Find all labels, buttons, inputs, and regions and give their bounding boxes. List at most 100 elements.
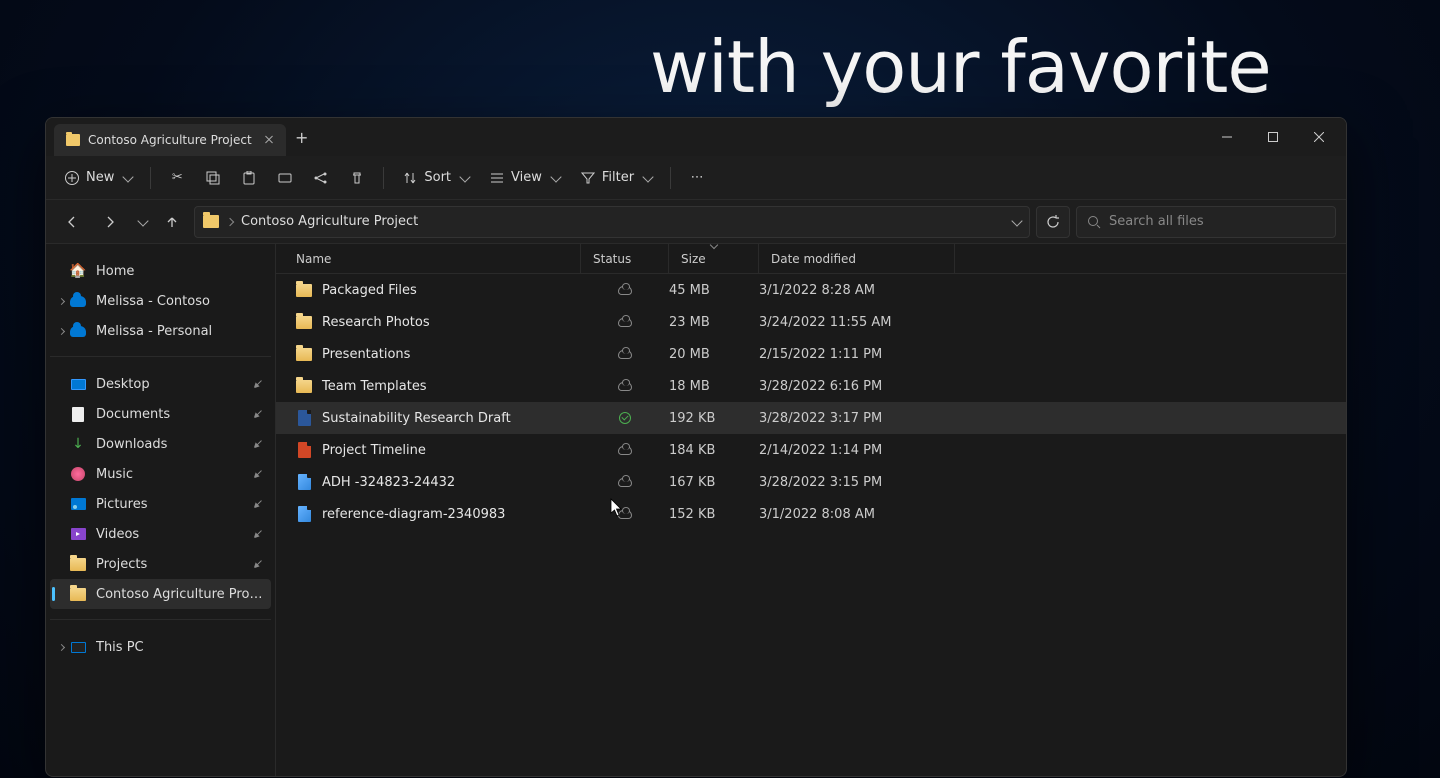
minimize-button[interactable] [1204,121,1250,153]
copy-button[interactable] [197,166,229,190]
sidebar-item-onedrive-contoso[interactable]: Melissa - Contoso [50,286,271,316]
onedrive-icon [70,326,86,337]
sort-button[interactable]: Sort [394,166,477,190]
view-icon [489,170,505,186]
address-box[interactable]: Contoso Agriculture Project [194,206,1030,238]
file-name: Sustainability Research Draft [322,411,511,426]
search-input[interactable]: Search all files [1076,206,1336,238]
image-file-icon [298,474,311,490]
file-date: 3/28/2022 3:17 PM [759,411,955,426]
file-row[interactable]: Project Timeline184 KB2/14/2022 1:14 PM [276,434,1346,466]
paste-button[interactable] [233,166,265,190]
sidebar-label: Videos [96,527,243,542]
cloud-icon [618,286,632,295]
sidebar-item-music[interactable]: Music [50,459,271,489]
sidebar-item-onedrive-personal[interactable]: Melissa - Personal [50,316,271,346]
cloud-icon [618,318,632,327]
folder-icon [70,558,86,571]
column-status[interactable]: Status [581,244,669,273]
sidebar-label: Music [96,467,243,482]
tab-title: Contoso Agriculture Project [88,133,252,147]
chevron-down-icon [459,171,470,182]
address-bar: Contoso Agriculture Project Search all f… [46,200,1346,244]
sidebar-label: Downloads [96,437,243,452]
breadcrumb-current: Contoso Agriculture Project [241,214,418,229]
synced-icon [619,412,631,424]
sidebar-item-pictures[interactable]: Pictures [50,489,271,519]
sidebar-item-downloads[interactable]: ↓Downloads [50,429,271,459]
close-tab-icon[interactable] [264,135,274,145]
back-button[interactable] [56,208,88,236]
file-row[interactable]: Research Photos23 MB3/24/2022 11:55 AM [276,306,1346,338]
file-date: 3/28/2022 6:16 PM [759,379,955,394]
file-row[interactable]: Packaged Files45 MB3/1/2022 8:28 AM [276,274,1346,306]
rename-button[interactable] [269,166,301,190]
new-label: New [86,170,114,185]
sidebar-item-home[interactable]: 🏠 Home [50,256,271,286]
cut-button[interactable]: ✂ [161,166,193,190]
column-name[interactable]: Name [276,244,581,273]
toolbar: New ✂ Sort View Filter ⋯ [46,156,1346,200]
tab-active[interactable]: Contoso Agriculture Project [54,124,286,156]
view-label: View [511,170,542,185]
sidebar-label: Pictures [96,497,243,512]
delete-button[interactable] [341,166,373,190]
file-row[interactable]: Team Templates18 MB3/28/2022 6:16 PM [276,370,1346,402]
new-tab-button[interactable]: + [286,121,318,153]
file-row[interactable]: Sustainability Research Draft 192 KB3/28/… [276,402,1346,434]
file-row[interactable]: reference-diagram-2340983152 KB3/1/2022 … [276,498,1346,530]
up-button[interactable] [156,208,188,236]
pin-icon [251,377,265,391]
sidebar-item-this-pc[interactable]: This PC [50,632,271,662]
pin-icon [251,437,265,451]
cloud-icon [618,382,632,391]
sort-indicator-icon [710,244,718,249]
file-size: 45 MB [669,283,759,298]
sidebar-label: This PC [96,640,263,655]
expand-icon[interactable] [56,642,66,652]
expand-icon[interactable] [56,296,66,306]
pictures-icon [71,498,86,510]
sidebar-item-videos[interactable]: Videos [50,519,271,549]
search-icon [1087,215,1101,229]
file-size: 192 KB [669,411,759,426]
search-placeholder: Search all files [1109,214,1204,229]
cut-icon: ✂ [169,170,185,186]
cloud-icon [618,478,632,487]
recent-dropdown-button[interactable] [132,208,150,236]
cloud-icon [618,510,632,519]
file-name: ADH -324823-24432 [322,475,455,490]
sidebar-label: Contoso Agriculture Project [96,587,263,602]
forward-button[interactable] [94,208,126,236]
column-size[interactable]: Size [669,244,759,273]
chevron-down-icon [137,215,148,226]
sidebar-item-projects[interactable]: Projects [50,549,271,579]
refresh-button[interactable] [1036,206,1070,238]
sidebar-item-documents[interactable]: Documents [50,399,271,429]
sidebar-item-contoso-project[interactable]: Contoso Agriculture Project [50,579,271,609]
file-row[interactable]: ADH -324823-24432167 KB3/28/2022 3:15 PM [276,466,1346,498]
more-button[interactable]: ⋯ [681,166,713,190]
view-button[interactable]: View [481,166,568,190]
sort-icon [402,170,418,186]
filter-label: Filter [602,170,634,185]
sidebar-label: Home [96,264,263,279]
file-date: 3/28/2022 3:15 PM [759,475,955,490]
maximize-button[interactable] [1250,121,1296,153]
filter-button[interactable]: Filter [572,166,660,190]
file-name: Packaged Files [322,283,417,298]
share-button[interactable] [305,166,337,190]
column-date[interactable]: Date modified [759,244,955,273]
expand-icon[interactable] [56,326,66,336]
chevron-down-icon [550,171,561,182]
file-row[interactable]: Presentations20 MB2/15/2022 1:11 PM [276,338,1346,370]
sidebar-label: Melissa - Personal [96,324,263,339]
sidebar-label: Documents [96,407,243,422]
chevron-right-icon [226,217,234,225]
close-window-button[interactable] [1296,121,1342,153]
delete-icon [349,170,365,186]
sidebar-item-desktop[interactable]: Desktop [50,369,271,399]
new-button[interactable]: New [56,166,140,190]
file-list[interactable]: Packaged Files45 MB3/1/2022 8:28 AMResea… [276,274,1346,776]
address-dropdown-icon[interactable] [1011,215,1022,226]
